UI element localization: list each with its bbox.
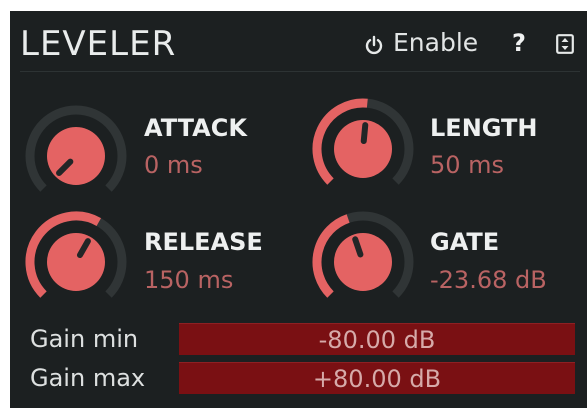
attack-label: ATTACK	[144, 114, 247, 142]
gain-max-field[interactable]: +80.00 dB	[179, 362, 575, 394]
release-knob-body	[47, 233, 105, 291]
gate-knob-body	[334, 233, 392, 291]
length-knob[interactable]	[309, 95, 417, 203]
length-value[interactable]: 50 ms	[430, 150, 504, 180]
help-icon[interactable]: ?	[512, 24, 526, 62]
gate-value[interactable]: -23.68 dB	[430, 265, 547, 295]
release-value[interactable]: 150 ms	[144, 265, 233, 295]
length-knob-pointer	[360, 122, 369, 145]
attack-knob-body	[47, 127, 105, 185]
gate-label: GATE	[430, 228, 500, 256]
release-label: RELEASE	[144, 228, 263, 256]
power-icon[interactable]	[364, 35, 384, 55]
length-label: LENGTH	[430, 114, 538, 142]
gain-min-label: Gain min	[30, 325, 139, 353]
menu-icon[interactable]	[556, 34, 574, 54]
enable-button[interactable]: Enable	[393, 26, 478, 60]
header-divider	[20, 71, 580, 72]
attack-knob[interactable]	[22, 102, 130, 210]
attack-value[interactable]: 0 ms	[144, 150, 203, 180]
gate-knob[interactable]	[309, 208, 417, 316]
gain-max-label: Gain max	[30, 364, 146, 392]
release-knob[interactable]	[22, 208, 130, 316]
plugin-title: LEVELER	[20, 24, 177, 64]
gain-min-field[interactable]: -80.00 dB	[179, 323, 575, 355]
